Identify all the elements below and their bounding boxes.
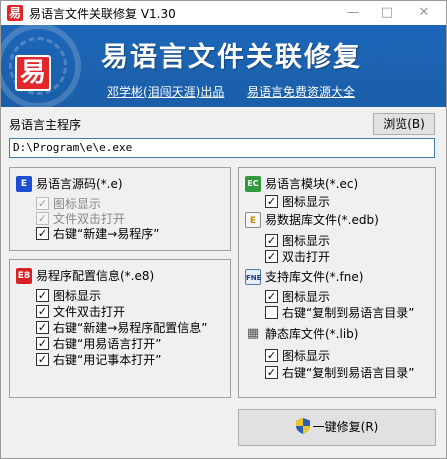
config-double-click-option[interactable]: ✓ 文件双击打开 xyxy=(36,304,125,320)
static-copy-checkbox[interactable]: ✓ xyxy=(265,366,278,379)
module-group-title: 易语言模块(*.ec) xyxy=(265,177,359,191)
config-icon-display-checkbox[interactable]: ✓ xyxy=(36,289,49,302)
static-icon-display-label: 图标显示 xyxy=(282,349,331,363)
support-icon-display-option[interactable]: ✓ 图标显示 xyxy=(265,289,330,305)
config-open-with-notepad-option[interactable]: ✓ 右键“用记事本打开” xyxy=(36,352,161,368)
database-group-header: E 易数据库文件(*.edb) xyxy=(245,212,379,228)
close-button[interactable]: ✕ xyxy=(406,1,442,25)
one-click-repair-button[interactable]: 一键修复(R) xyxy=(238,409,436,446)
config-context-new-option[interactable]: ✓ 右键“新建→易程序配置信息” xyxy=(36,320,208,336)
static-copy-label: 右键“复制到易语言目录” xyxy=(282,366,415,380)
source-icon-display-option[interactable]: ✓ 图标显示 xyxy=(36,196,101,212)
author-link[interactable]: 邓学彬(泪闯天涯)出品 xyxy=(107,83,224,100)
config-double-click-label: 文件双击打开 xyxy=(53,305,126,319)
banner-title: 易语言文件关联修复 xyxy=(101,42,362,73)
module-group-header: EC 易语言模块(*.ec) xyxy=(245,176,358,192)
browse-button[interactable]: 浏览(B) xyxy=(373,113,435,135)
support-group-title: 支持库文件(*.fne) xyxy=(265,270,364,284)
config-context-new-checkbox[interactable]: ✓ xyxy=(36,321,49,334)
static-copy-option[interactable]: ✓ 右键“复制到易语言目录” xyxy=(265,365,414,381)
source-double-click-checkbox[interactable]: ✓ xyxy=(36,212,49,225)
support-icon-display-checkbox[interactable]: ✓ xyxy=(265,290,278,303)
source-context-new-checkbox[interactable]: ✓ xyxy=(36,227,49,240)
support-copy-label: 右键“复制到易语言目录” xyxy=(282,306,415,320)
e8-config-icon: E8 xyxy=(16,268,32,284)
source-context-new-option[interactable]: ✓ 右键“新建→易程序” xyxy=(36,226,160,242)
config-group-title: 易程序配置信息(*.e8) xyxy=(36,269,155,283)
minimize-button[interactable]: — xyxy=(335,1,371,25)
config-double-click-checkbox[interactable]: ✓ xyxy=(36,305,49,318)
e-source-icon: E xyxy=(16,176,32,192)
logo-icon: 易 xyxy=(15,55,51,91)
config-icon-display-option[interactable]: ✓ 图标显示 xyxy=(36,288,101,304)
window-title: 易语言文件关联修复 V1.30 xyxy=(29,7,176,21)
config-icon-display-label: 图标显示 xyxy=(53,289,102,303)
main-program-path-input[interactable]: D:\Program\e\e.exe xyxy=(9,138,435,158)
source-file-group: E 易语言源码(*.e) ✓ 图标显示 ✓ 文件双击打开 ✓ 右键“新建→易程序” xyxy=(9,167,231,251)
static-icon-display-checkbox[interactable]: ✓ xyxy=(265,349,278,362)
static-group-header: ▦ 静态库文件(*.lib) xyxy=(245,326,359,342)
database-icon-display-option[interactable]: ✓ 图标显示 xyxy=(265,233,330,249)
static-icon-display-option[interactable]: ✓ 图标显示 xyxy=(265,348,330,364)
repair-button-label: 一键修复(R) xyxy=(312,420,379,434)
fne-support-icon: FNE xyxy=(245,269,261,285)
module-icon-display-checkbox[interactable]: ✓ xyxy=(265,195,278,208)
static-group-title: 静态库文件(*.lib) xyxy=(265,327,359,341)
database-icon-display-checkbox[interactable]: ✓ xyxy=(265,234,278,247)
app-icon: 易 xyxy=(7,5,23,21)
module-icon-display-option[interactable]: ✓ 图标显示 xyxy=(265,194,330,210)
source-double-click-option[interactable]: ✓ 文件双击打开 xyxy=(36,211,125,227)
header-banner: 易 易语言文件关联修复 邓学彬(泪闯天涯)出品 易语言免费资源大全 xyxy=(1,25,446,107)
app-window: 易 易语言文件关联修复 V1.30 — □ ✕ 易 易语言文件关联修复 邓学彬(… xyxy=(0,0,447,459)
lib-static-icon: ▦ xyxy=(246,326,260,341)
ec-module-icon: EC xyxy=(245,176,261,192)
config-open-with-notepad-label: 右键“用记事本打开” xyxy=(53,353,162,367)
database-double-click-option[interactable]: ✓ 双击打开 xyxy=(265,249,330,265)
config-open-with-notepad-checkbox[interactable]: ✓ xyxy=(36,353,49,366)
database-double-click-checkbox[interactable]: ✓ xyxy=(265,250,278,263)
database-group-title: 易数据库文件(*.edb) xyxy=(265,213,379,227)
source-context-new-label: 右键“新建→易程序” xyxy=(53,227,160,241)
title-bar: 易 易语言文件关联修复 V1.30 — □ ✕ xyxy=(1,1,446,25)
config-open-with-e-checkbox[interactable]: ✓ xyxy=(36,337,49,350)
config-open-with-e-option[interactable]: ✓ 右键“用易语言打开” xyxy=(36,336,161,352)
config-open-with-e-label: 右键“用易语言打开” xyxy=(53,337,162,351)
support-copy-checkbox[interactable] xyxy=(265,306,278,319)
source-icon-display-checkbox[interactable]: ✓ xyxy=(36,197,49,210)
config-context-new-label: 右键“新建→易程序配置信息” xyxy=(53,321,208,335)
database-double-click-label: 双击打开 xyxy=(282,250,331,264)
main-program-label: 易语言主程序 xyxy=(9,118,82,132)
source-icon-display-label: 图标显示 xyxy=(53,197,102,211)
support-copy-option[interactable]: 右键“复制到易语言目录” xyxy=(265,305,414,321)
source-group-header: E 易语言源码(*.e) xyxy=(16,176,123,192)
support-group-header: FNE 支持库文件(*.fne) xyxy=(245,269,363,285)
uac-shield-icon xyxy=(295,418,310,434)
library-file-group: EC 易语言模块(*.ec) ✓ 图标显示 E 易数据库文件(*.edb) ✓ 图标显示… xyxy=(238,167,436,398)
source-group-title: 易语言源码(*.e) xyxy=(36,177,123,191)
config-file-group: E8 易程序配置信息(*.e8) ✓ 图标显示 ✓ 文件双击打开 ✓ 右键“新建→易程序… xyxy=(9,259,231,398)
edb-database-icon: E xyxy=(245,212,261,228)
maximize-button[interactable]: □ xyxy=(369,1,405,25)
module-icon-display-label: 图标显示 xyxy=(282,195,331,209)
source-double-click-label: 文件双击打开 xyxy=(53,212,126,226)
database-icon-display-label: 图标显示 xyxy=(282,234,331,248)
support-icon-display-label: 图标显示 xyxy=(282,290,331,304)
config-group-header: E8 易程序配置信息(*.e8) xyxy=(16,268,154,284)
free-resources-link[interactable]: 易语言免费资源大全 xyxy=(247,83,355,100)
